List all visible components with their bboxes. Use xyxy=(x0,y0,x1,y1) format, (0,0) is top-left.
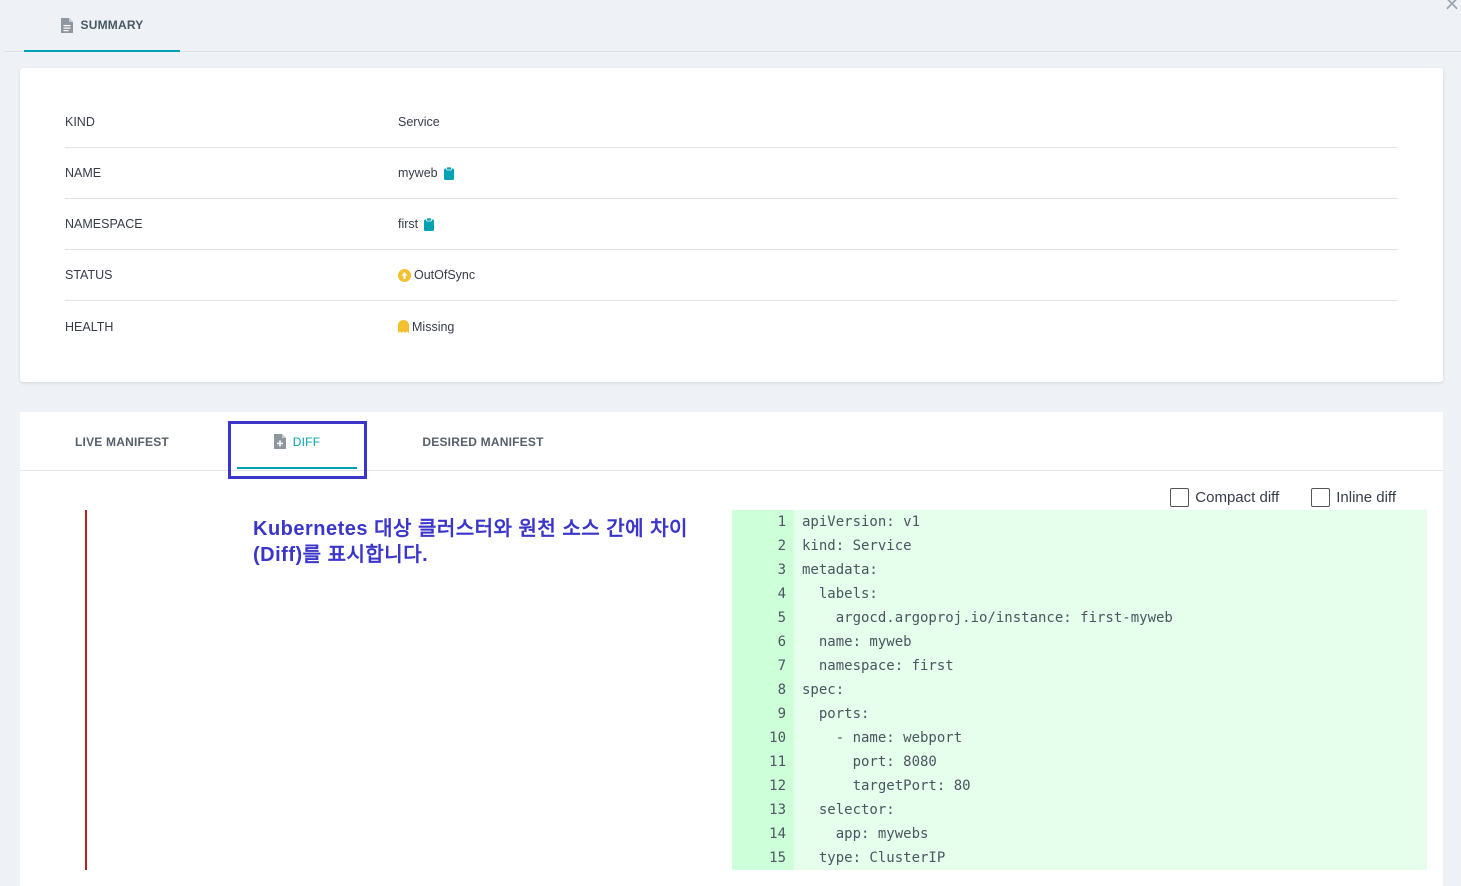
code-line: 12 targetPort: 80 xyxy=(732,774,1427,798)
diff-options: Compact diff Inline diff xyxy=(1170,488,1396,507)
code-text: ports: xyxy=(802,706,870,722)
code-text: selector: xyxy=(802,802,895,818)
summary-card: KIND Service NAME myweb NAMESPACE first … xyxy=(20,68,1443,382)
line-number: 12 xyxy=(769,778,786,794)
line-number: 10 xyxy=(769,730,786,746)
code-line: 10 - name: webport xyxy=(732,726,1427,750)
compact-diff-option[interactable]: Compact diff xyxy=(1170,488,1279,507)
summary-key: NAMESPACE xyxy=(65,217,143,231)
code-line: 6 name: myweb xyxy=(732,630,1427,654)
line-number: 15 xyxy=(769,850,786,866)
code-line: 3 metadata: xyxy=(732,558,1427,582)
compact-diff-label: Compact diff xyxy=(1195,489,1280,506)
summary-row-health: HEALTH Missing xyxy=(65,301,1398,352)
code-text: spec: xyxy=(802,682,845,698)
code-line: 7 namespace: first xyxy=(732,654,1427,678)
ghost-icon xyxy=(398,320,409,333)
code-line: 11 port: 8080 xyxy=(732,750,1427,774)
kind-value: Service xyxy=(398,115,440,129)
inline-diff-option[interactable]: Inline diff xyxy=(1311,488,1396,507)
code-text: kind: Service xyxy=(802,538,912,554)
tab-diff-label: DIFF xyxy=(292,434,321,449)
code-line: 9 ports: xyxy=(732,702,1427,726)
code-line: 2 kind: Service xyxy=(732,534,1427,558)
summary-value: Missing xyxy=(398,320,454,334)
compact-diff-checkbox[interactable] xyxy=(1170,488,1190,507)
manifest-tab-bar: LIVE MANIFEST DIFF DESIRED MANIFEST xyxy=(20,412,1443,479)
summary-row-name: NAME myweb xyxy=(65,148,1398,199)
tab-desired-manifest[interactable]: DESIRED MANIFEST xyxy=(420,412,546,471)
line-number: 4 xyxy=(777,586,786,602)
line-number: 9 xyxy=(777,706,786,722)
out-of-sync-icon xyxy=(398,268,411,282)
summary-value: Service xyxy=(398,115,440,129)
code-line: 15 type: ClusterIP xyxy=(732,846,1427,870)
inline-diff-label: Inline diff xyxy=(1336,489,1396,506)
summary-row-namespace: NAMESPACE first xyxy=(65,199,1398,250)
annotation-text: Kubernetes 대상 클러스터와 원천 소스 간에 차이(Diff)를 표… xyxy=(253,518,688,566)
line-number: 14 xyxy=(769,826,786,842)
file-diff-icon xyxy=(273,434,286,449)
inline-diff-checkbox[interactable] xyxy=(1311,488,1331,507)
tab-desired-manifest-label: DESIRED MANIFEST xyxy=(422,434,544,449)
summary-value: OutOfSync xyxy=(398,268,475,282)
code-text: name: myweb xyxy=(802,634,912,650)
tab-summary-label: SUMMARY xyxy=(80,18,144,32)
summary-key: NAME xyxy=(65,166,102,180)
summary-key: HEALTH xyxy=(65,319,114,334)
tab-live-manifest-label: LIVE MANIFEST xyxy=(75,434,169,449)
line-number: 5 xyxy=(777,610,786,626)
summary-row-status: STATUS OutOfSync xyxy=(65,250,1398,301)
code-text: metadata: xyxy=(802,562,878,578)
summary-value: myweb xyxy=(398,166,454,180)
manifest-card: LIVE MANIFEST DIFF DESIRED MANIFEST Comp… xyxy=(20,412,1443,886)
code-text: type: ClusterIP xyxy=(802,850,946,866)
tab-live-manifest[interactable]: LIVE MANIFEST xyxy=(67,412,177,471)
code-line: 8 spec: xyxy=(732,678,1427,702)
code-text: port: 8080 xyxy=(802,754,937,770)
code-text: apiVersion: v1 xyxy=(802,514,921,530)
summary-value: first xyxy=(398,217,435,231)
tab-diff[interactable]: DIFF xyxy=(237,412,357,471)
copy-clipboard-icon[interactable] xyxy=(424,217,435,231)
line-number: 11 xyxy=(769,754,786,770)
code-line: 4 labels: xyxy=(732,582,1427,606)
code-line: 5 argocd.argoproj.io/instance: first-myw… xyxy=(732,606,1427,630)
line-number: 13 xyxy=(769,802,786,818)
copy-clipboard-icon[interactable] xyxy=(443,166,454,180)
line-number: 8 xyxy=(777,682,786,698)
code-text: labels: xyxy=(802,586,878,602)
line-number: 6 xyxy=(777,634,786,650)
line-number: 2 xyxy=(777,538,786,554)
code-line: 1 apiVersion: v1 xyxy=(732,510,1427,534)
desired-code-pane[interactable]: 1 apiVersion: v1 2 kind: Service 3 metadata… xyxy=(732,510,1427,870)
tab-summary[interactable]: SUMMARY xyxy=(24,0,180,52)
top-tab-bar: SUMMARY xyxy=(4,0,1461,52)
summary-key: STATUS xyxy=(65,268,113,282)
namespace-value: first xyxy=(398,217,419,231)
code-line: 13 selector: xyxy=(732,798,1427,822)
code-text: - name: webport xyxy=(802,730,963,746)
code-text: app: mywebs xyxy=(802,826,929,842)
code-text: argocd.argoproj.io/instance: first-myweb xyxy=(802,610,1173,626)
code-text: namespace: first xyxy=(802,658,954,674)
name-value: myweb xyxy=(398,166,438,180)
line-number: 7 xyxy=(777,658,786,674)
line-number: 3 xyxy=(777,562,786,578)
document-icon xyxy=(60,17,73,33)
line-number: 1 xyxy=(777,514,786,530)
live-pane-marker xyxy=(85,510,87,870)
status-value: OutOfSync xyxy=(414,268,476,282)
active-tab-underline xyxy=(237,467,357,469)
health-value: Missing xyxy=(412,319,455,334)
code-text: targetPort: 80 xyxy=(802,778,971,794)
summary-key: KIND xyxy=(65,115,95,129)
summary-row-kind: KIND Service xyxy=(65,97,1398,148)
code-line: 14 app: mywebs xyxy=(732,822,1427,846)
